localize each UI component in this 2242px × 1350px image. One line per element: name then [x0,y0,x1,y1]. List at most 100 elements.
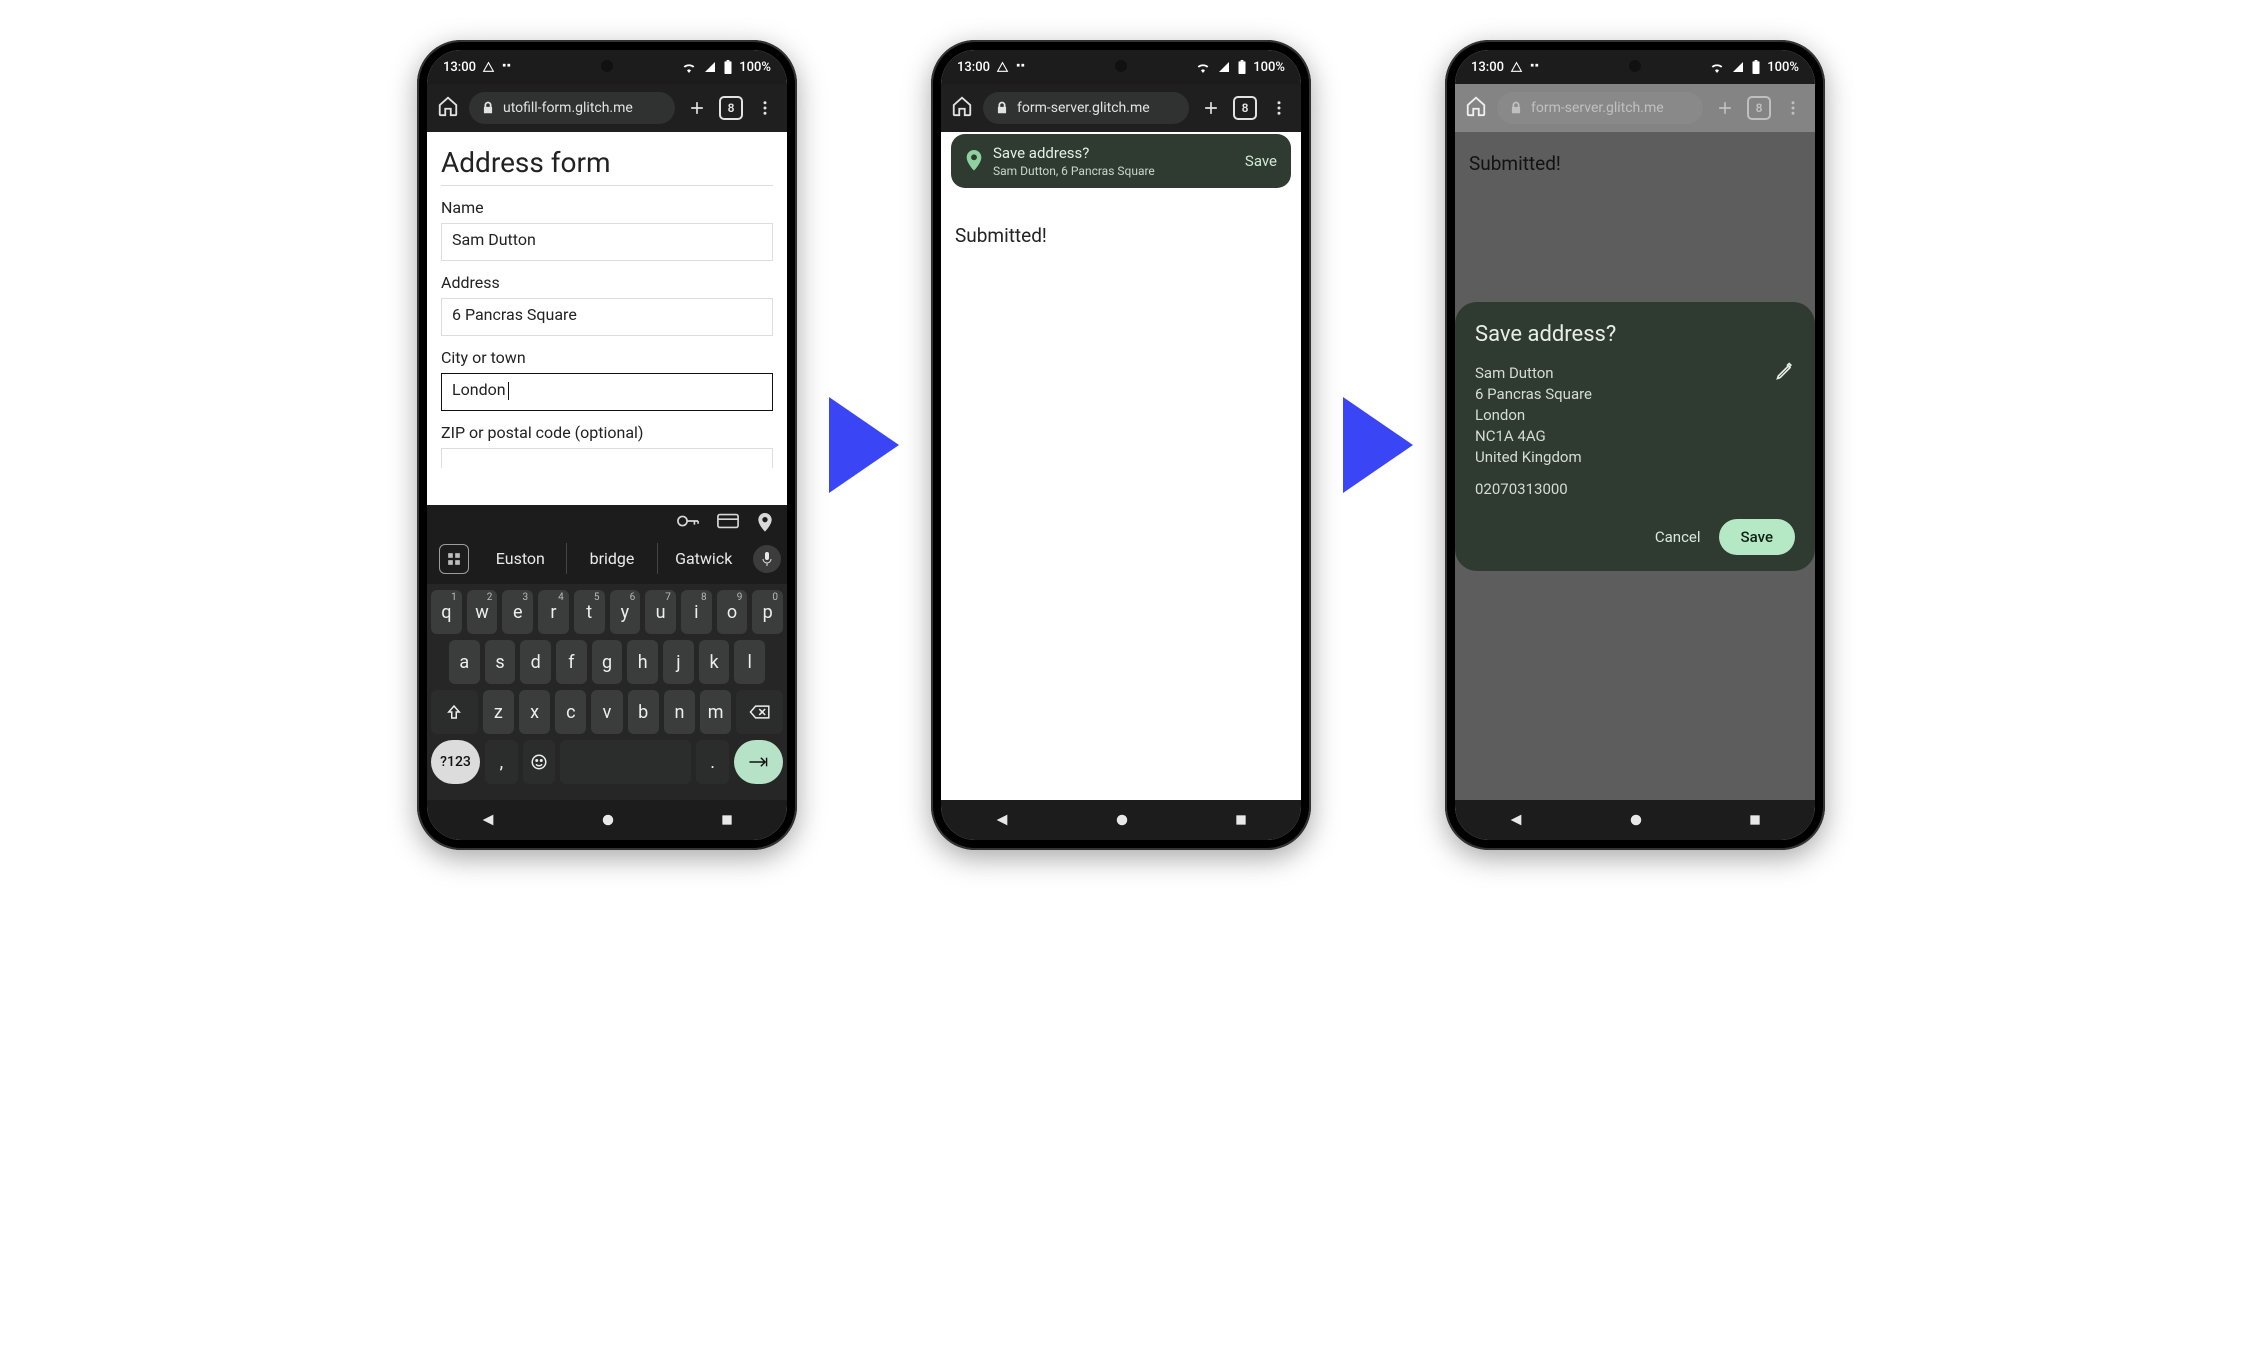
save-address-banner[interactable]: Save address? Sam Dutton, 6 Pancras Squa… [951,134,1291,188]
key-comma[interactable]: , [485,740,518,784]
key-j[interactable]: j [663,640,694,684]
overflow-menu-icon[interactable] [753,99,777,117]
modal-overlay[interactable]: Save address? Sam Dutton 6 Pancras Squar… [1455,132,1815,800]
page-content: Address form Name Sam Dutton Address 6 P… [427,132,787,505]
tabs-button[interactable]: 8 [719,96,743,120]
zip-field[interactable] [441,448,773,468]
key-shift[interactable] [431,690,478,734]
key-c[interactable]: c [555,690,586,734]
status-bar: 13:00 100% [427,50,787,84]
key-b[interactable]: b [628,690,659,734]
key-f[interactable]: f [556,640,587,684]
signal-icon [1731,61,1745,73]
keyboard[interactable]: q1w2e3r4t5y6u7i8o9p0 asdfghjkl zxcvbnm ?123… [427,584,787,800]
suggestion-1[interactable]: Euston [475,543,566,574]
key-d[interactable]: d [520,640,551,684]
key-n[interactable]: n [664,690,695,734]
lock-icon [481,101,495,115]
home-icon[interactable] [437,95,459,121]
suggestion-grid-icon[interactable] [439,544,469,574]
tabs-button[interactable]: 8 [1233,96,1257,120]
new-tab-icon[interactable] [685,98,709,118]
address-field[interactable]: 6 Pancras Square [441,298,773,336]
home-icon[interactable] [951,95,973,121]
browser-toolbar: form-server.glitch.me 8 [941,84,1301,132]
suggestion-2[interactable]: bridge [566,543,658,574]
key-w[interactable]: w2 [467,590,498,634]
key-z[interactable]: z [483,690,514,734]
location-icon[interactable] [757,513,773,533]
new-tab-icon[interactable] [1199,98,1223,118]
key-x[interactable]: x [519,690,550,734]
key-r[interactable]: r4 [538,590,569,634]
key-period[interactable]: . [696,740,729,784]
wifi-icon [681,61,697,73]
key-l[interactable]: l [734,640,765,684]
key-o[interactable]: o9 [717,590,748,634]
overflow-menu-icon[interactable] [1781,99,1805,117]
url-bar[interactable]: form-server.glitch.me [983,92,1189,124]
suggestion-row: Euston bridge Gatwick [427,539,787,584]
battery-icon [1751,60,1761,74]
key-a[interactable]: a [449,640,480,684]
banner-title: Save address? [993,144,1235,162]
key-g[interactable]: g [592,640,623,684]
name-field[interactable]: Sam Dutton [441,223,773,261]
key-e[interactable]: e3 [502,590,533,634]
android-navbar [941,800,1301,840]
banner-save-button[interactable]: Save [1245,152,1277,170]
key-space[interactable] [560,740,691,784]
phone-2-screen: 13:00 100% form-server.glitch.me [941,50,1301,840]
key-h[interactable]: h [627,640,658,684]
mic-icon[interactable] [753,545,781,573]
payment-icon[interactable] [717,513,739,529]
home-icon[interactable] [1465,95,1487,121]
save-button[interactable]: Save [1719,519,1795,555]
key-backspace[interactable] [736,690,783,734]
key-i[interactable]: i8 [681,590,712,634]
url-bar[interactable]: utofill-form.glitch.me [469,92,675,124]
nav-home-icon[interactable] [1115,813,1129,827]
battery-pct: 100% [1767,60,1799,75]
city-field[interactable]: London [441,373,773,411]
nav-back-icon[interactable] [994,812,1010,828]
battery-pct: 100% [1253,60,1285,75]
key-emoji[interactable] [523,740,556,784]
key-t[interactable]: t5 [574,590,605,634]
key-s[interactable]: s [485,640,516,684]
key-p[interactable]: p0 [752,590,783,634]
nav-home-icon[interactable] [1629,813,1643,827]
new-tab-icon[interactable] [1713,98,1737,118]
nav-back-icon[interactable] [480,812,496,828]
page-content: Submitted! [941,132,1301,800]
nav-recent-icon[interactable] [720,813,734,827]
key-k[interactable]: k [699,640,730,684]
nav-recent-icon[interactable] [1234,813,1248,827]
key-q[interactable]: q1 [431,590,462,634]
suggestion-3[interactable]: Gatwick [657,543,749,574]
url-bar[interactable]: form-server.glitch.me [1497,92,1703,124]
text-cursor [508,382,509,400]
dialog-title: Save address? [1475,322,1795,347]
dialog-line-street: 6 Pancras Square [1475,385,1592,403]
save-address-dialog: Save address? Sam Dutton 6 Pancras Squar… [1455,302,1815,571]
phone-3: 13:00 100% form-server.glitch.me [1445,40,1825,850]
browser-toolbar: form-server.glitch.me 8 [1455,84,1815,132]
nav-home-icon[interactable] [601,813,615,827]
pin-icon [965,150,983,172]
key-u[interactable]: u7 [645,590,676,634]
key-symbols[interactable]: ?123 [431,740,480,784]
nav-recent-icon[interactable] [1748,813,1762,827]
tabs-button[interactable]: 8 [1747,96,1771,120]
url-text: form-server.glitch.me [1531,100,1664,116]
edit-icon[interactable] [1775,361,1795,385]
stage: 13:00 100% utofill-form.glitch.me [0,0,2242,890]
password-icon[interactable] [677,513,699,529]
overflow-menu-icon[interactable] [1267,99,1291,117]
cancel-button[interactable]: Cancel [1655,528,1701,546]
key-y[interactable]: y6 [610,590,641,634]
nav-back-icon[interactable] [1508,812,1524,828]
key-v[interactable]: v [591,690,622,734]
key-enter[interactable] [734,740,783,784]
key-m[interactable]: m [700,690,731,734]
